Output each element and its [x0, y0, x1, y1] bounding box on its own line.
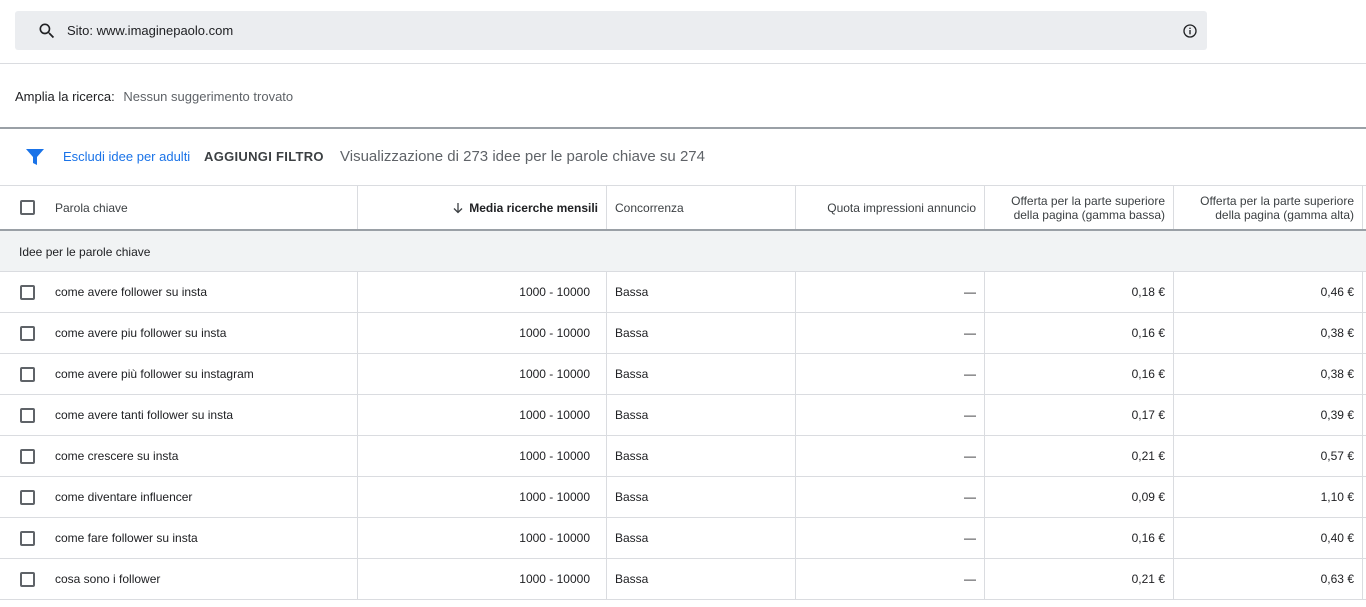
search-input-value[interactable]: Sito: www.imaginepaolo.com — [67, 23, 233, 38]
cell-impression-share: — — [964, 531, 976, 545]
table-row[interactable]: come crescere su insta 1000 - 10000 Bassa —… — [0, 436, 1366, 477]
cell-bid-low: 0,21 € — [1131, 449, 1165, 463]
row-checkbox[interactable] — [20, 490, 35, 505]
cell-keyword: come fare follower su insta — [55, 531, 198, 545]
cell-bid-low: 0,21 € — [1131, 572, 1165, 586]
cell-keyword: come avere piu follower su insta — [55, 326, 227, 340]
cell-searches: 1000 - 10000 — [519, 408, 590, 422]
cell-bid-low: 0,16 € — [1131, 367, 1165, 381]
row-checkbox[interactable] — [20, 408, 35, 423]
expand-search-value: Nessun suggerimento trovato — [123, 89, 294, 104]
cell-competition: Bassa — [615, 572, 649, 586]
arrow-down-icon — [453, 202, 463, 213]
keyword-table: Parola chiave Media ricerche mensili Con… — [0, 185, 1366, 600]
table-row[interactable]: cosa sono i follower 1000 - 10000 Bassa — 0,… — [0, 559, 1366, 600]
cell-bid-low: 0,16 € — [1131, 326, 1165, 340]
cell-searches: 1000 - 10000 — [519, 367, 590, 381]
cell-bid-high: 0,63 € — [1320, 572, 1354, 586]
cell-impression-share: — — [964, 285, 976, 299]
header-impression-share[interactable]: Quota impressioni annuncio — [796, 186, 976, 229]
cell-keyword: cosa sono i follower — [55, 572, 161, 586]
info-icon[interactable] — [1182, 23, 1198, 39]
cell-bid-low: 0,18 € — [1131, 285, 1165, 299]
cell-impression-share: — — [964, 449, 976, 463]
cell-bid-high: 1,10 € — [1320, 490, 1354, 504]
cell-competition: Bassa — [615, 367, 649, 381]
cell-bid-low: 0,16 € — [1131, 531, 1165, 545]
cell-competition: Bassa — [615, 490, 649, 504]
cell-impression-share: — — [964, 408, 976, 422]
filter-chip-exclude-adult[interactable]: Escludi idee per adulti — [63, 149, 190, 164]
search-bar[interactable]: Sito: www.imaginepaolo.com — [15, 11, 1207, 50]
add-filter-button[interactable]: AGGIUNGI FILTRO — [204, 149, 324, 164]
group-header-row: Idee per le parole chiave — [0, 231, 1366, 272]
search-icon — [39, 23, 55, 39]
cell-impression-share: — — [964, 326, 976, 340]
table-row[interactable]: come avere più follower su instagram 1000… — [0, 354, 1366, 395]
cell-competition: Bassa — [615, 285, 649, 299]
cell-bid-high: 0,57 € — [1320, 449, 1354, 463]
select-all-checkbox[interactable] — [20, 200, 35, 215]
cell-searches: 1000 - 10000 — [519, 490, 590, 504]
header-avg-monthly-searches[interactable]: Media ricerche mensili — [358, 186, 598, 229]
cell-searches: 1000 - 10000 — [519, 531, 590, 545]
header-competition[interactable]: Concorrenza — [615, 186, 795, 229]
row-checkbox[interactable] — [20, 367, 35, 382]
cell-competition: Bassa — [615, 449, 649, 463]
cell-keyword: come diventare influencer — [55, 490, 193, 504]
cell-competition: Bassa — [615, 531, 649, 545]
row-checkbox[interactable] — [20, 531, 35, 546]
table-row[interactable]: come avere tanti follower su insta 1000 -… — [0, 395, 1366, 436]
table-header-row: Parola chiave Media ricerche mensili Con… — [0, 185, 1366, 231]
expand-search-row: Amplia la ricerca: Nessun suggerimento t… — [15, 89, 293, 104]
cell-bid-low: 0,09 € — [1131, 490, 1165, 504]
cell-searches: 1000 - 10000 — [519, 449, 590, 463]
table-row[interactable]: come fare follower su insta 1000 - 10000 B… — [0, 518, 1366, 559]
cell-searches: 1000 - 10000 — [519, 572, 590, 586]
cell-impression-share: — — [964, 490, 976, 504]
cell-impression-share: — — [964, 367, 976, 381]
row-checkbox[interactable] — [20, 572, 35, 587]
table-body: come avere follower su insta 1000 - 10000… — [0, 272, 1366, 600]
cell-keyword: come avere tanti follower su insta — [55, 408, 234, 422]
table-row[interactable]: come avere piu follower su insta 1000 - 1… — [0, 313, 1366, 354]
row-checkbox[interactable] — [20, 449, 35, 464]
cell-bid-low: 0,17 € — [1131, 408, 1165, 422]
cell-keyword: come crescere su insta — [55, 449, 179, 463]
cell-competition: Bassa — [615, 326, 649, 340]
row-checkbox[interactable] — [20, 285, 35, 300]
cell-bid-high: 0,38 € — [1320, 367, 1354, 381]
header-bid-high[interactable]: Offerta per la parte superiore della pag… — [1174, 186, 1354, 229]
cell-searches: 1000 - 10000 — [519, 326, 590, 340]
group-label: Idee per le parole chiave — [19, 245, 151, 259]
divider — [0, 63, 1366, 64]
cell-competition: Bassa — [615, 408, 649, 422]
table-row[interactable]: come avere follower su insta 1000 - 10000… — [0, 272, 1366, 313]
cell-searches: 1000 - 10000 — [519, 285, 590, 299]
cell-impression-share: — — [964, 572, 976, 586]
header-bid-low[interactable]: Offerta per la parte superiore della pag… — [985, 186, 1165, 229]
filter-icon[interactable] — [26, 149, 44, 166]
row-checkbox[interactable] — [20, 326, 35, 341]
filter-bar: Escludi idee per adulti AGGIUNGI FILTRO … — [0, 129, 1366, 185]
table-row[interactable]: come diventare influencer 1000 - 10000 Bas… — [0, 477, 1366, 518]
cell-bid-high: 0,38 € — [1320, 326, 1354, 340]
cell-bid-high: 0,39 € — [1320, 408, 1354, 422]
expand-search-label: Amplia la ricerca: — [15, 89, 115, 104]
header-keyword[interactable]: Parola chiave — [55, 186, 355, 229]
cell-bid-high: 0,46 € — [1320, 285, 1354, 299]
results-summary: Visualizzazione di 273 idee per le parol… — [340, 148, 705, 165]
cell-keyword: come avere più follower su instagram — [55, 367, 254, 381]
cell-bid-high: 0,40 € — [1320, 531, 1354, 545]
cell-keyword: come avere follower su insta — [55, 285, 208, 299]
